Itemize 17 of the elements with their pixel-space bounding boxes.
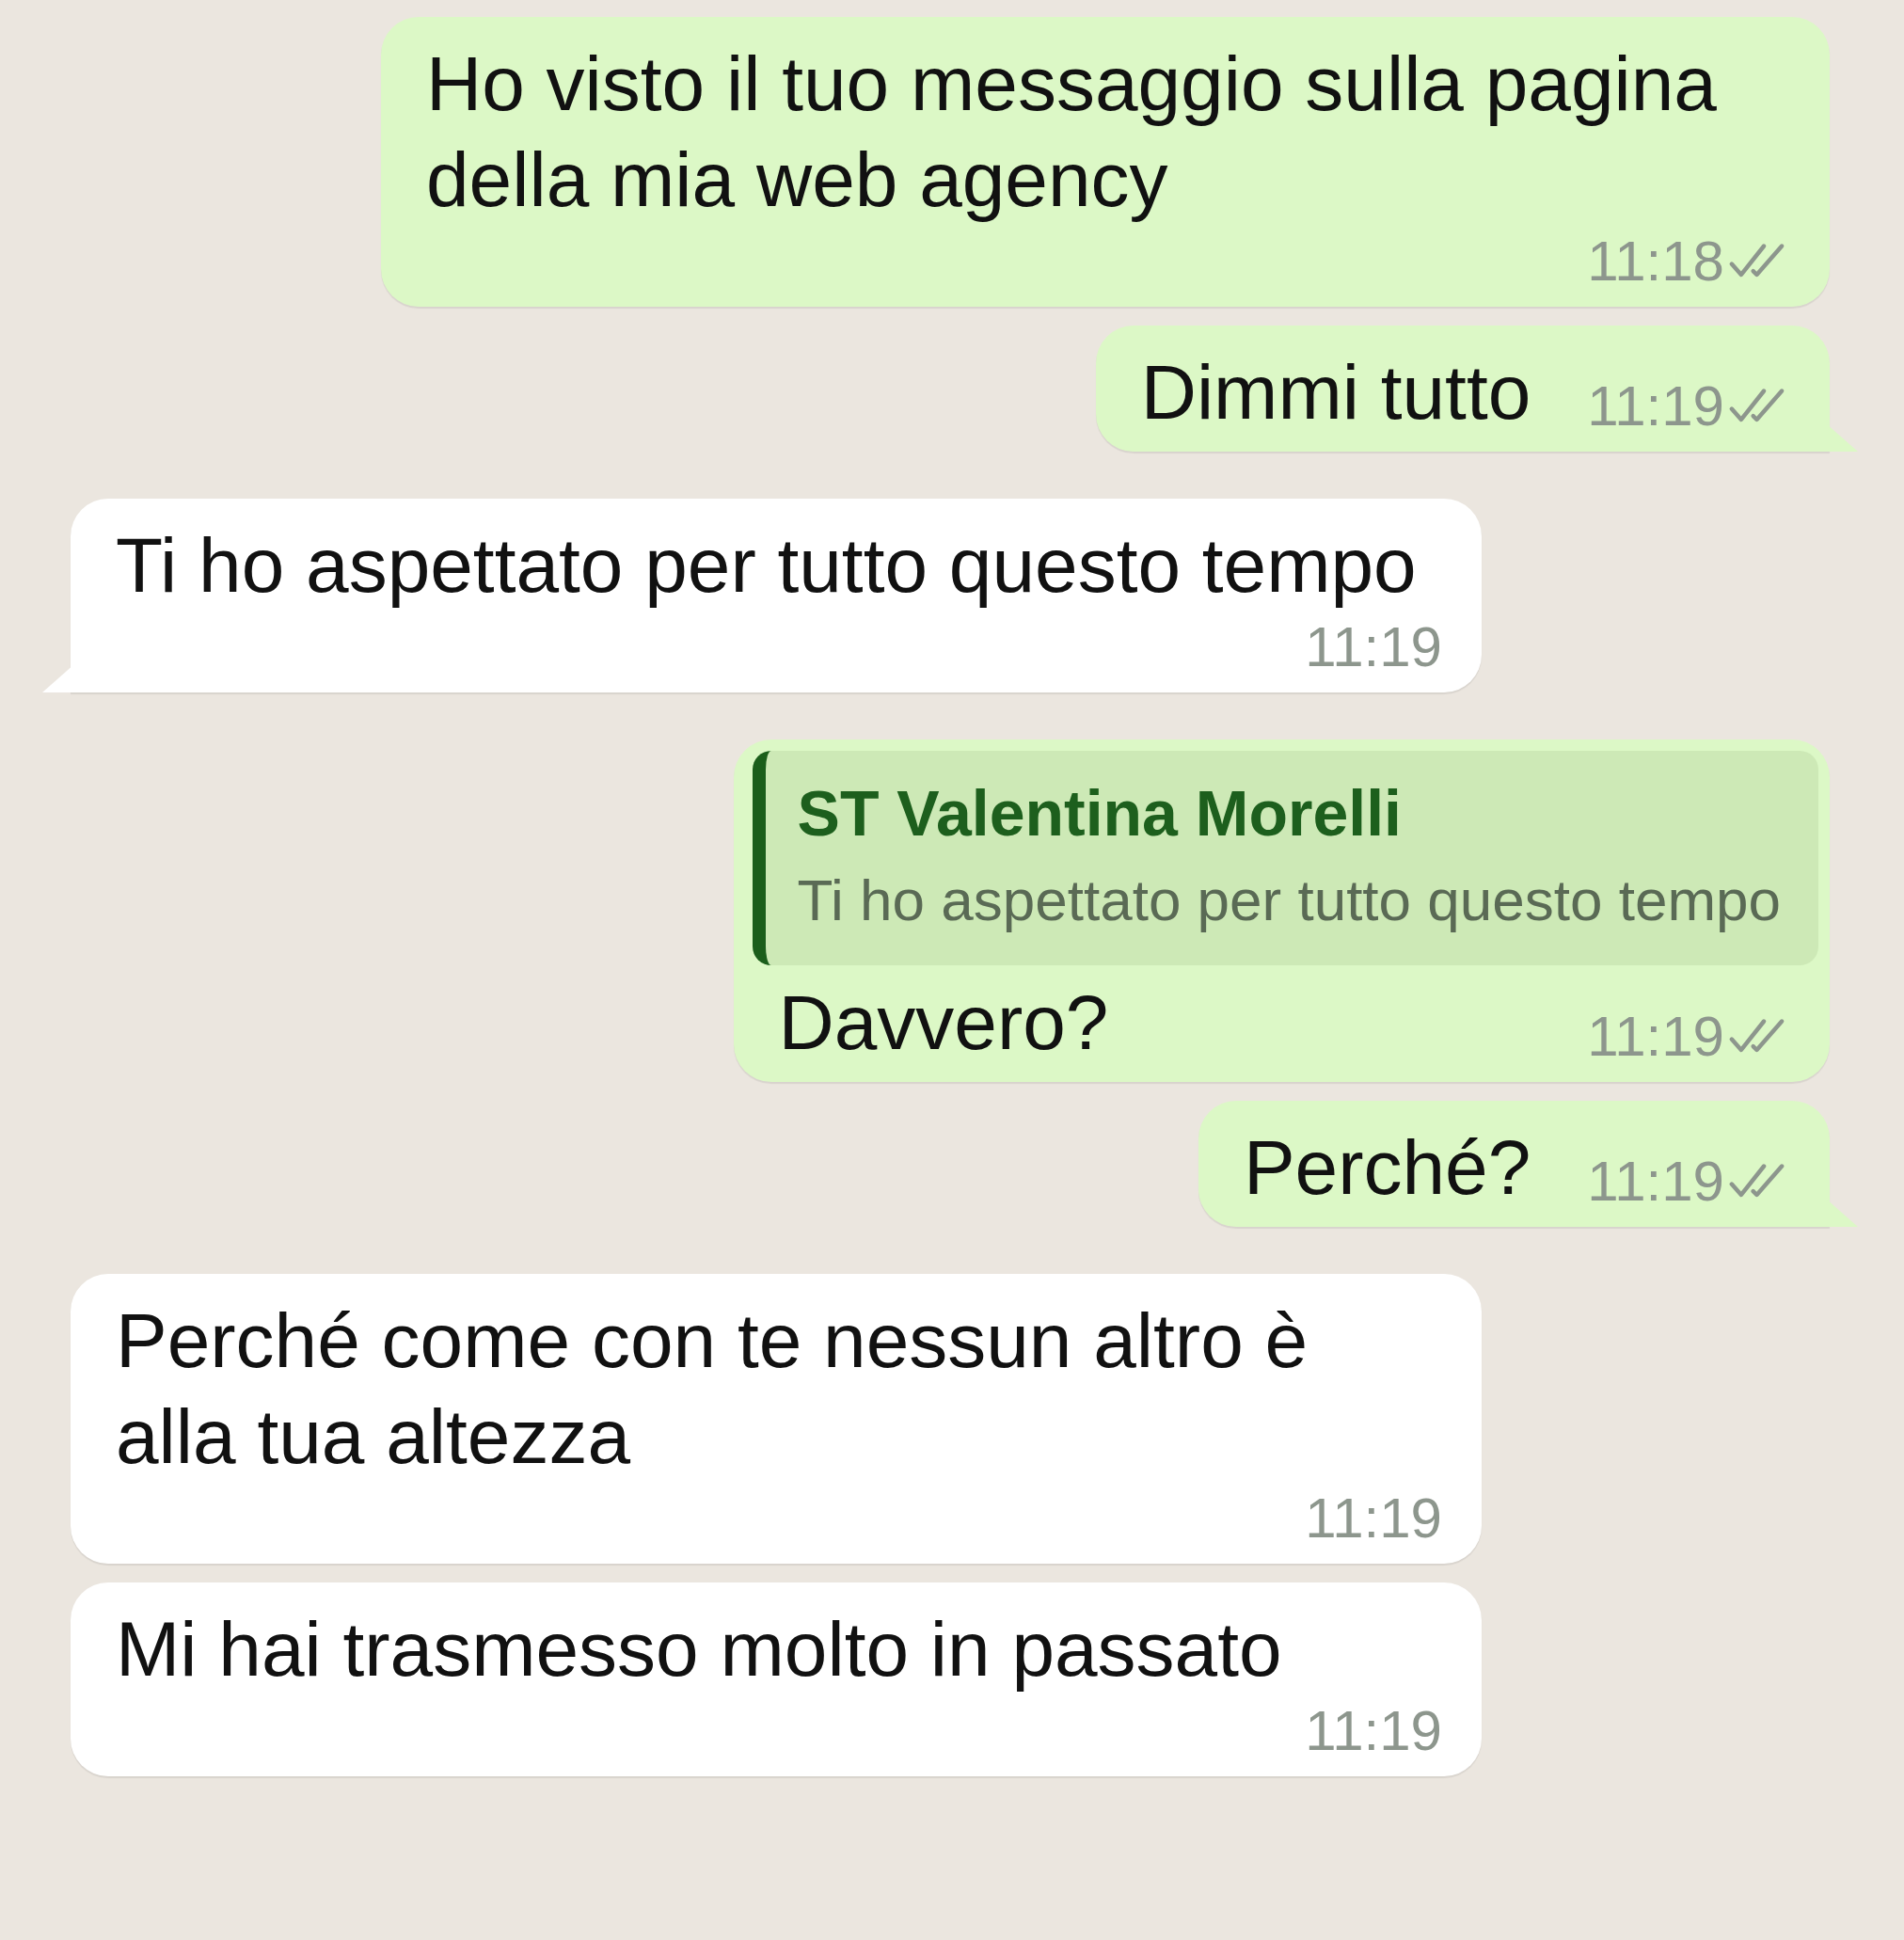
message-text: Davvero? bbox=[778, 978, 1109, 1067]
message-text: Perché come con te nessun altro è alla tua altezza bbox=[116, 1296, 1309, 1481]
message-time: 11:19 bbox=[1587, 374, 1724, 439]
message-time: 11:19 bbox=[1587, 1149, 1724, 1215]
message-text: Ho visto il tuo messaggio sulla pagina della mia web agency bbox=[426, 40, 1718, 224]
message-text: Dimmi tutto bbox=[1140, 348, 1531, 437]
quote-text: Ti ho aspettato per tutto questo tempo bbox=[797, 867, 1781, 934]
message-text: Ti ho aspettato per tutto questo tempo bbox=[116, 521, 1417, 610]
message-time: 11:19 bbox=[1305, 1486, 1442, 1551]
message-time: 11:19 bbox=[1587, 1004, 1724, 1070]
message-text: Mi hai trasmesso molto in passato bbox=[116, 1605, 1282, 1694]
quoted-message[interactable]: ST Valentina Morelli Ti ho aspettato per tutto questo tempo bbox=[752, 751, 1818, 965]
message-text: Perché? bbox=[1243, 1123, 1531, 1212]
message-time: 11:19 bbox=[1305, 614, 1442, 680]
message-time: 11:19 bbox=[1305, 1698, 1442, 1764]
message-time: 11:18 bbox=[1587, 229, 1724, 294]
quote-author: ST Valentina Morelli bbox=[797, 776, 1403, 851]
